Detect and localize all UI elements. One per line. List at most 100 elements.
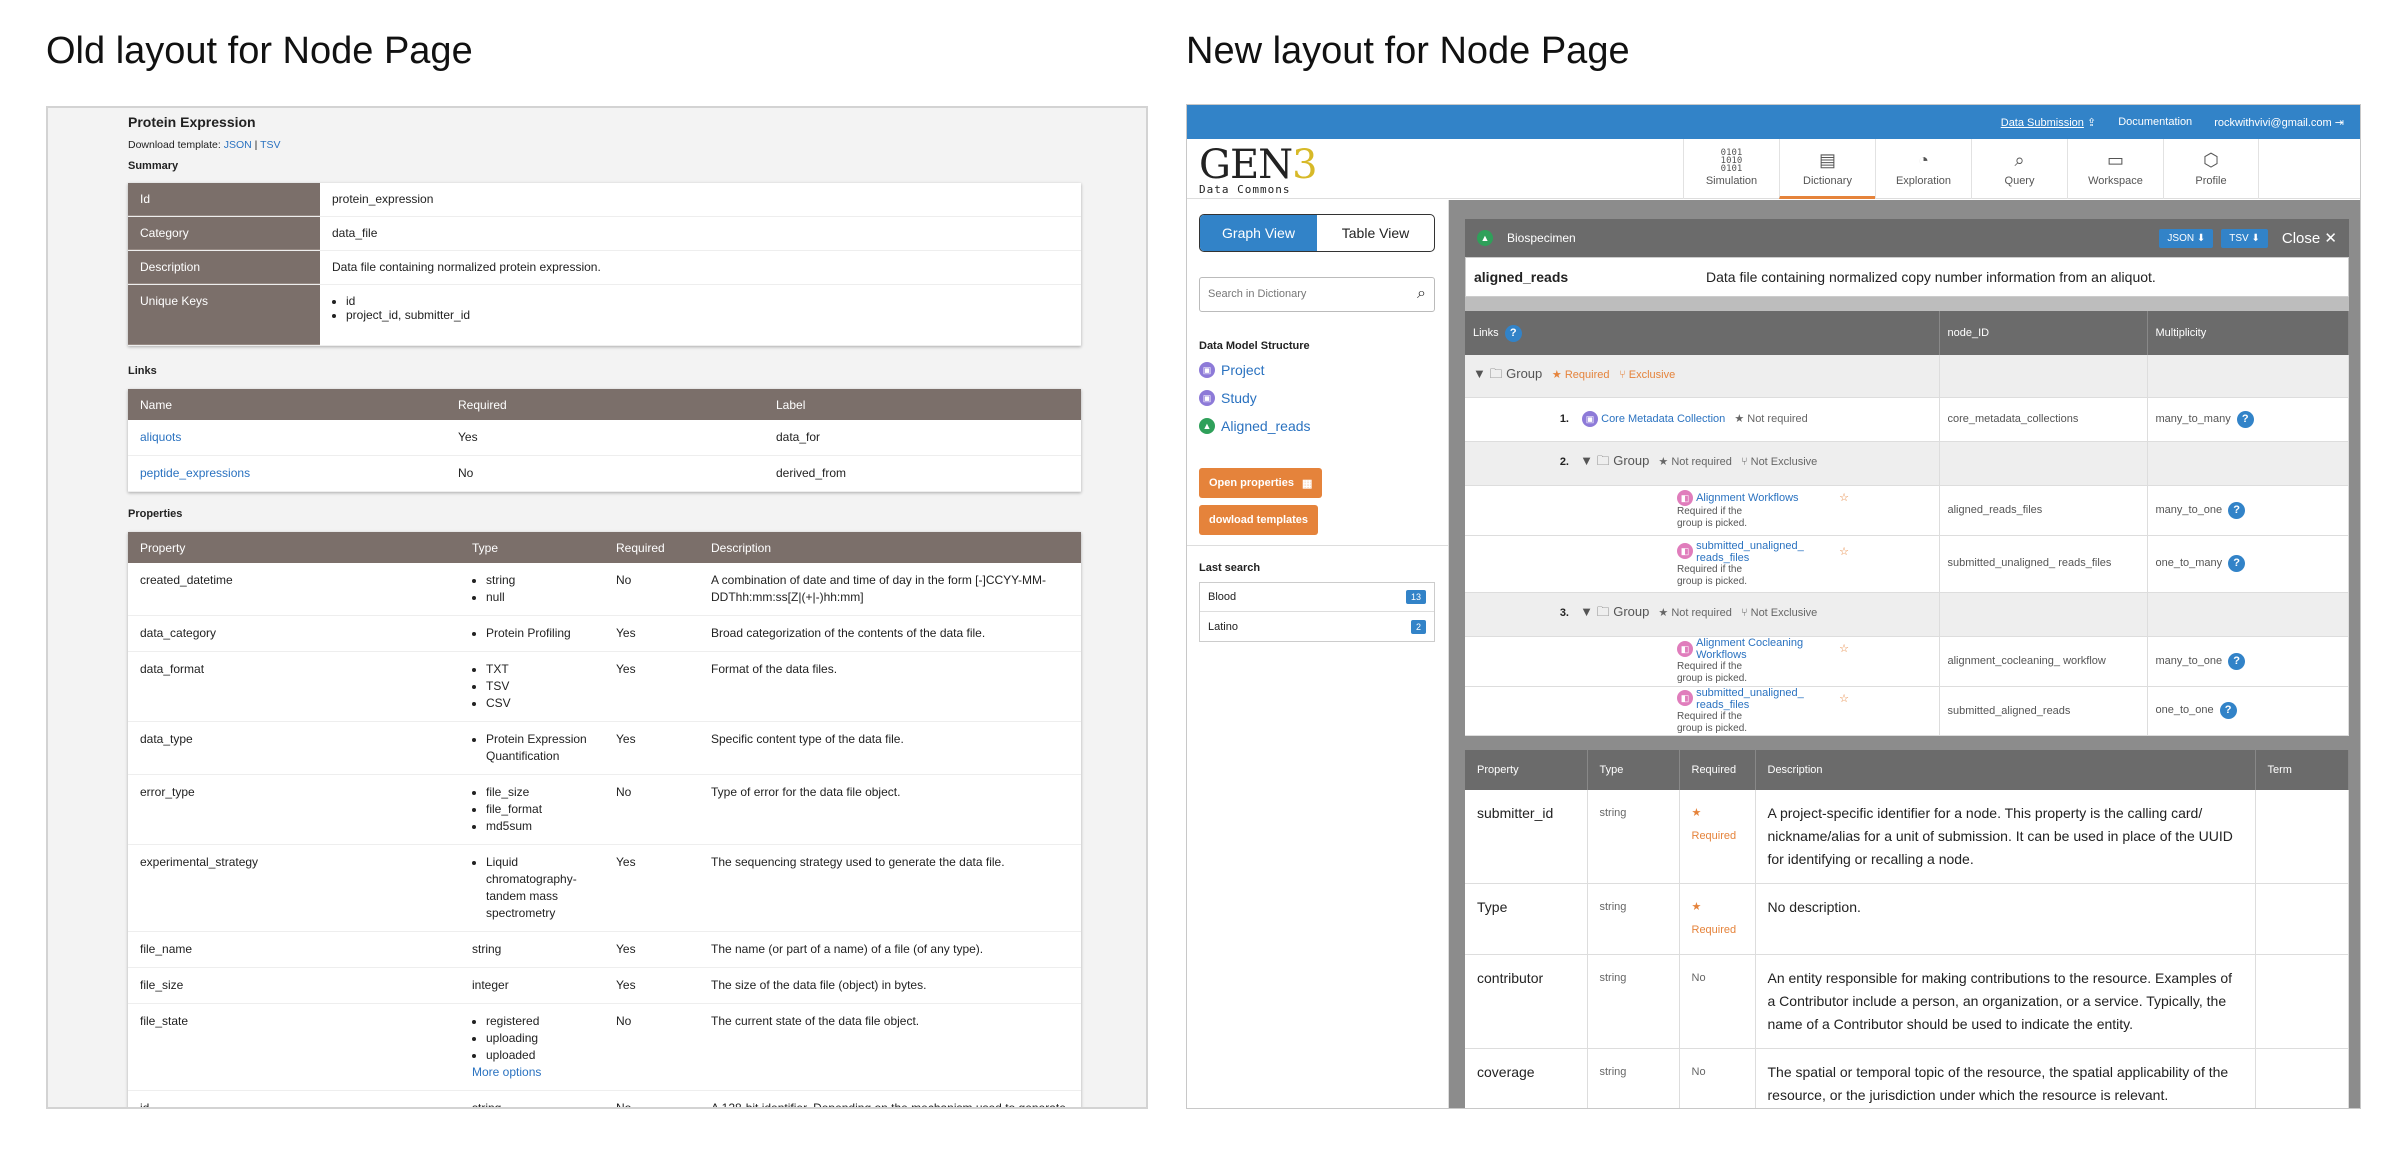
node-title: Protein Expression xyxy=(128,114,256,130)
exclusive-icon: ⑂ xyxy=(1619,368,1626,381)
old-layout-panel: Protein Expression Download template: JS… xyxy=(46,106,1148,1109)
summary-heading: Summary xyxy=(128,160,179,172)
data-submission-link[interactable]: Data Submission ⇪ xyxy=(2001,116,2096,129)
count-badge: 2 xyxy=(1410,619,1426,634)
tab-dictionary[interactable]: ▤ Dictionary xyxy=(1779,139,1875,199)
links-table: Links? node_ID Multiplicity ▼ 🗀 Group ★ … xyxy=(1465,311,2349,736)
old-layout-heading: Old layout for Node Page xyxy=(46,30,473,72)
properties-heading: Properties xyxy=(128,508,183,520)
help-icon[interactable]: ? xyxy=(2228,652,2246,670)
last-search-item[interactable]: Blood 13 xyxy=(1200,583,1434,612)
node-detail-modal: ▲ Biospecimen JSON ⬇ TSV ⬇ Close ✕ align… xyxy=(1465,219,2349,1108)
collapse-icon[interactable]: ▼ xyxy=(1580,453,1593,468)
star-icon: ★ xyxy=(1691,806,1702,819)
table-row: id string No A 128-bit identifier. Dependin… xyxy=(128,1090,1081,1107)
last-search-list: Blood 13 Latino 2 xyxy=(1199,582,1435,642)
upload-icon: ⇪ xyxy=(2086,116,2097,129)
table-row: ◧ Alignment Workflows ☆ Required if the … xyxy=(1465,485,2349,536)
star-outline-icon: ☆ xyxy=(1839,692,1849,705)
node-dot-icon: ▣ xyxy=(1582,411,1599,427)
graph-view-button[interactable]: Graph View xyxy=(1200,215,1317,251)
help-icon[interactable]: ? xyxy=(2228,555,2246,572)
node-dot-icon: ◧ xyxy=(1677,640,1693,657)
workspace-icon: ▭ xyxy=(2106,150,2124,170)
last-search-item[interactable]: Latino 2 xyxy=(1200,612,1434,641)
gen3-logo[interactable]: GEN3 Data Commons xyxy=(1199,145,1318,196)
node-dot-icon: ▣ xyxy=(1199,390,1215,406)
node-dot-icon: ◧ xyxy=(1677,543,1693,560)
dictionary-icon: ▤ xyxy=(1818,150,1836,170)
star-icon: ★ xyxy=(1658,607,1669,619)
new-layout-panel: Data Submission ⇪ Documentation rockwith… xyxy=(1186,104,2361,1109)
table-row: file_size integer Yes The size of the data … xyxy=(128,967,1081,1004)
node-dot-icon: ◧ xyxy=(1677,690,1693,707)
open-properties-button[interactable]: Open properties ▦ xyxy=(1199,468,1323,498)
biospecimen-icon: ▲ xyxy=(1477,230,1493,246)
download-json-button[interactable]: JSON ⬇ xyxy=(2159,228,2214,248)
node-summary-row: aligned_reads Data file containing norma… xyxy=(1465,257,2349,297)
help-icon[interactable]: ? xyxy=(2236,410,2254,428)
link-submitted-unaligned-reads-files-2[interactable]: submitted_unaligned_ reads_files xyxy=(1696,687,1836,711)
more-options-link[interactable]: More options xyxy=(472,1065,541,1079)
link-peptide-expressions[interactable]: peptide_expressions xyxy=(140,466,250,480)
star-icon: ★ xyxy=(1691,900,1702,913)
collapse-icon[interactable]: ▼ xyxy=(1473,366,1486,381)
table-row: 1. ▣ Core Metadata Collection ★ Not requ… xyxy=(1465,397,2349,442)
logout-icon: ⇥ xyxy=(2334,116,2344,129)
link-aliquots[interactable]: aliquots xyxy=(140,430,181,444)
link-core-metadata-collection[interactable]: Core Metadata Collection xyxy=(1601,413,1725,425)
node-description: Data file containing normalized copy num… xyxy=(1706,269,2156,285)
data-model-structure-heading: Data Model Structure xyxy=(1199,340,1310,352)
tab-exploration[interactable]: ◔ Exploration xyxy=(1875,139,1971,199)
table-row: Type string ★ Required No description. xyxy=(1465,883,2349,955)
view-toggle: Graph View Table View xyxy=(1199,214,1435,252)
table-row: created_datetimestringnullNoA combinatio… xyxy=(128,563,1081,616)
download-tsv-button[interactable]: TSV ⬇ xyxy=(2221,228,2268,248)
dms-item-aligned-reads[interactable]: ▲ Aligned_reads xyxy=(1199,418,1311,434)
table-row: data_typeProtein Expression Quantificati… xyxy=(128,721,1081,775)
dms-item-project[interactable]: ▣ Project xyxy=(1199,362,1265,378)
link-alignment-cocleaning-workflows[interactable]: Alignment Cocleaning Workflows xyxy=(1696,637,1836,661)
help-icon[interactable]: ? xyxy=(2228,501,2246,519)
download-template: Download template: JSON | TSV xyxy=(128,139,281,151)
table-row: submitter_id string ★ Required A project-spe… xyxy=(1465,789,2349,884)
links-table: Name Required Label aliquots Yes data_for … xyxy=(128,389,1081,492)
query-icon: ⌕ xyxy=(2014,150,2025,170)
dms-item-study[interactable]: ▣ Study xyxy=(1199,390,1257,406)
link-alignment-workflows[interactable]: Alignment Workflows xyxy=(1696,492,1836,504)
modal-header: ▲ Biospecimen JSON ⬇ TSV ⬇ Close ✕ xyxy=(1465,219,2349,257)
documentation-link[interactable]: Documentation xyxy=(2118,116,2192,128)
top-bar: Data Submission ⇪ Documentation rockwith… xyxy=(1187,105,2360,139)
tab-query[interactable]: ⌕ Query xyxy=(1971,139,2067,199)
collapse-icon[interactable]: ▼ xyxy=(1580,604,1593,619)
tab-workspace[interactable]: ▭ Workspace xyxy=(2067,139,2163,199)
main-nav: GEN3 Data Commons 0101 1010 0101 Simulation… xyxy=(1187,139,2360,199)
group-row: ▼ 🗀 Group ★ Required ⑂ Exclusive xyxy=(1465,355,2349,398)
table-row: experimental_strategyLiquid chromatograp… xyxy=(128,844,1081,932)
exclusive-icon: ⑂ xyxy=(1740,456,1748,468)
star-icon: ★ xyxy=(1551,368,1562,381)
tab-simulation[interactable]: 0101 1010 0101 Simulation xyxy=(1683,139,1779,199)
table-row: ◧ Alignment Cocleaning Workflows ☆ Requi… xyxy=(1465,636,2349,687)
node-dot-icon: ◧ xyxy=(1677,490,1693,506)
biospecimen-icon: ▲ xyxy=(1199,418,1215,434)
download-json-link[interactable]: JSON xyxy=(224,139,252,151)
user-email-link[interactable]: rockwithvivi@gmail.com ⇥ xyxy=(2214,116,2344,129)
table-view-button[interactable]: Table View xyxy=(1317,215,1434,251)
link-submitted-unaligned-reads-files[interactable]: submitted_unaligned_ reads_files xyxy=(1696,540,1836,564)
summary-table: Id protein_expression Category data_file D… xyxy=(128,183,1081,346)
node-category: Biospecimen xyxy=(1507,231,1576,245)
help-icon[interactable]: ? xyxy=(1504,324,1522,342)
close-button[interactable]: Close ✕ xyxy=(2282,229,2337,247)
download-tsv-link[interactable]: TSV xyxy=(260,139,280,151)
help-icon[interactable]: ? xyxy=(2219,702,2237,719)
properties-table: Property Type Required Description Term … xyxy=(1465,749,2349,1108)
tab-profile[interactable]: ⬡ Profile xyxy=(2163,139,2259,199)
profile-icon: ⬡ xyxy=(2203,150,2219,170)
star-outline-icon: ☆ xyxy=(1839,545,1849,558)
exclusive-icon: ⑂ xyxy=(1740,607,1748,619)
table-row: error_typefile_sizefile_formatmd5sumNoTy… xyxy=(128,774,1081,845)
dictionary-sidebar: Graph View Table View Search in Dictiona… xyxy=(1187,200,1449,1108)
dictionary-search-input[interactable]: Search in Dictionary ⌕ xyxy=(1199,277,1435,312)
download-templates-button[interactable]: dowload templates xyxy=(1199,505,1319,535)
